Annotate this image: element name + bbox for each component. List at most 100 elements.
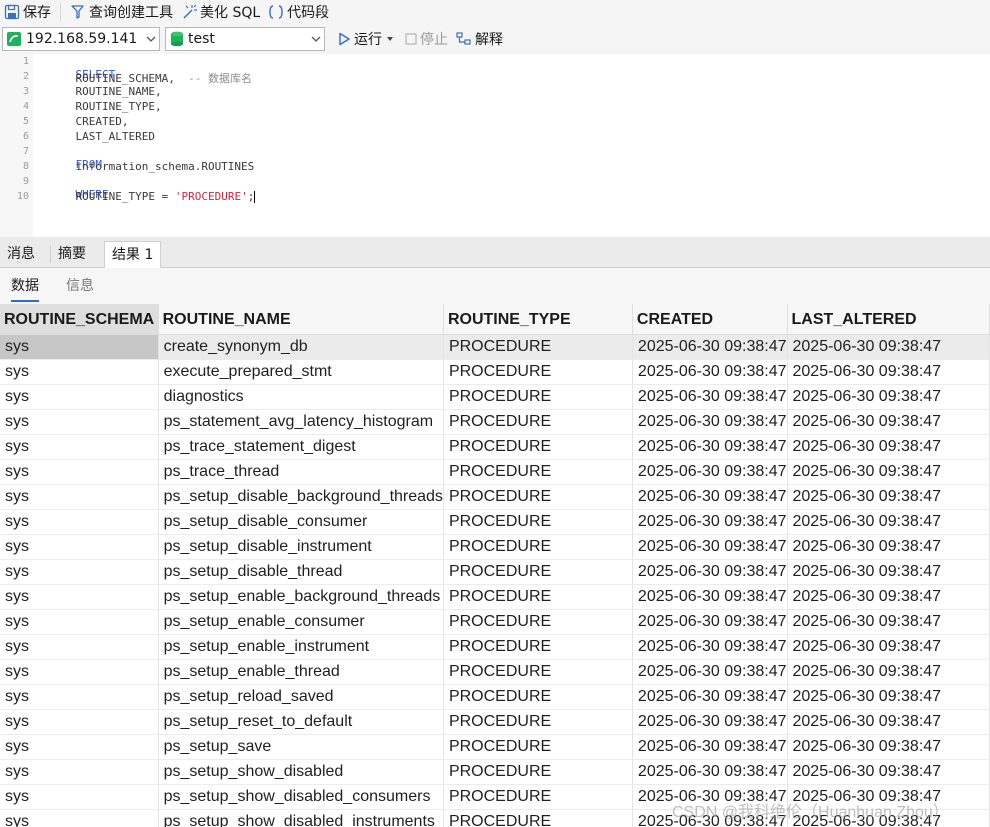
table-cell[interactable]: 2025-06-30 09:38:47 <box>787 609 990 635</box>
table-cell[interactable]: ps_setup_enable_background_threads <box>158 584 444 610</box>
table-cell[interactable]: 2025-06-30 09:38:47 <box>632 734 788 760</box>
table-cell[interactable]: 2025-06-30 09:38:47 <box>787 634 990 660</box>
table-row[interactable]: sys ps_setup_disable_consumer PROCEDURE 202… <box>0 509 990 535</box>
table-cell[interactable]: ps_setup_save <box>158 734 444 760</box>
table-cell[interactable]: PROCEDURE <box>443 359 633 385</box>
table-cell[interactable]: 2025-06-30 09:38:47 <box>787 659 990 685</box>
table-cell[interactable]: ps_trace_thread <box>158 459 444 485</box>
table-row[interactable]: sys ps_setup_reset_to_default PROCEDURE 202… <box>0 709 990 735</box>
table-cell[interactable]: ps_setup_show_disabled <box>158 759 444 785</box>
table-cell[interactable]: sys <box>0 434 159 460</box>
stop-button[interactable]: 停止 <box>401 29 452 49</box>
table-cell[interactable]: 2025-06-30 09:38:47 <box>787 509 990 535</box>
table-cell[interactable]: 2025-06-30 09:38:47 <box>632 684 788 710</box>
table-row[interactable]: sys ps_setup_disable_background_threads PR… <box>0 484 990 510</box>
table-cell[interactable]: 2025-06-30 09:38:47 <box>632 709 788 735</box>
column-header[interactable]: CREATED <box>632 304 788 335</box>
table-cell[interactable]: 2025-06-30 09:38:47 <box>632 584 788 610</box>
table-cell[interactable]: 2025-06-30 09:38:47 <box>787 559 990 585</box>
table-cell[interactable]: sys <box>0 384 159 410</box>
table-cell[interactable]: 2025-06-30 09:38:47 <box>632 509 788 535</box>
table-cell[interactable]: 2025-06-30 09:38:47 <box>787 434 990 460</box>
table-cell[interactable]: PROCEDURE <box>443 709 633 735</box>
chevron-down-icon[interactable] <box>143 34 159 44</box>
table-row[interactable]: sys ps_setup_enable_background_threads PRO… <box>0 584 990 610</box>
table-row[interactable]: sys ps_setup_enable_instrument PROCEDURE 20… <box>0 634 990 660</box>
table-cell[interactable]: sys <box>0 734 159 760</box>
table-row[interactable]: sys ps_setup_disable_thread PROCEDURE 2025-… <box>0 559 990 585</box>
table-cell[interactable]: 2025-06-30 09:38:47 <box>632 459 788 485</box>
run-options-dropdown[interactable] <box>386 35 401 43</box>
table-cell[interactable]: sys <box>0 659 159 685</box>
table-cell[interactable]: sys <box>0 334 159 360</box>
table-cell[interactable]: ps_setup_enable_instrument <box>158 634 444 660</box>
table-cell[interactable]: sys <box>0 409 159 435</box>
table-cell[interactable]: 2025-06-30 09:38:47 <box>787 584 990 610</box>
table-cell[interactable]: sys <box>0 584 159 610</box>
column-header[interactable]: LAST_ALTERED <box>787 304 990 335</box>
table-cell[interactable]: ps_setup_reset_to_default <box>158 709 444 735</box>
tab-summary[interactable]: 摘要 <box>51 241 93 268</box>
table-cell[interactable]: sys <box>0 759 159 785</box>
table-cell[interactable]: 2025-06-30 09:38:47 <box>787 534 990 560</box>
table-cell[interactable]: PROCEDURE <box>443 684 633 710</box>
table-cell[interactable]: 2025-06-30 09:38:47 <box>632 634 788 660</box>
table-cell[interactable]: PROCEDURE <box>443 809 633 827</box>
table-cell[interactable]: sys <box>0 784 159 810</box>
table-cell[interactable]: PROCEDURE <box>443 759 633 785</box>
table-cell[interactable]: PROCEDURE <box>443 634 633 660</box>
table-cell[interactable]: 2025-06-30 09:38:47 <box>632 659 788 685</box>
table-cell[interactable]: 2025-06-30 09:38:47 <box>787 734 990 760</box>
table-cell[interactable]: diagnostics <box>158 384 444 410</box>
table-row[interactable]: sys ps_setup_save PROCEDURE 2025-06-30 09:3… <box>0 734 990 760</box>
table-cell[interactable]: PROCEDURE <box>443 509 633 535</box>
table-cell[interactable]: 2025-06-30 09:38:47 <box>787 334 990 360</box>
table-row[interactable]: sys create_synonym_db PROCEDURE 2025-06-30 … <box>0 334 990 360</box>
beautify-sql-button[interactable]: 美化 SQL <box>177 0 264 24</box>
table-cell[interactable]: sys <box>0 534 159 560</box>
table-row[interactable]: sys ps_statement_avg_latency_histogram PRO… <box>0 409 990 435</box>
table-cell[interactable]: 2025-06-30 09:38:47 <box>632 484 788 510</box>
table-row[interactable]: sys ps_setup_show_disabled PROCEDURE 2025-0… <box>0 759 990 785</box>
table-cell[interactable]: 2025-06-30 09:38:47 <box>787 459 990 485</box>
table-row[interactable]: sys ps_trace_thread PROCEDURE 2025-06-30 09… <box>0 459 990 485</box>
save-button[interactable]: 保存 <box>0 0 55 24</box>
table-cell[interactable]: sys <box>0 459 159 485</box>
table-cell[interactable]: sys <box>0 709 159 735</box>
table-cell[interactable]: ps_statement_avg_latency_histogram <box>158 409 444 435</box>
table-cell[interactable]: create_synonym_db <box>158 334 444 360</box>
table-cell[interactable]: ps_setup_disable_thread <box>158 559 444 585</box>
result-grid[interactable]: ROUTINE_SCHEMA ROUTINE_NAME ROUTINE_TYPE… <box>0 304 990 827</box>
code-snippet-button[interactable]: 代码段 <box>264 0 333 24</box>
table-cell[interactable]: 2025-06-30 09:38:47 <box>632 759 788 785</box>
table-cell[interactable]: ps_setup_reload_saved <box>158 684 444 710</box>
table-cell[interactable]: 2025-06-30 09:38:47 <box>787 709 990 735</box>
table-cell[interactable]: 2025-06-30 09:38:47 <box>787 384 990 410</box>
table-cell[interactable]: ps_setup_disable_consumer <box>158 509 444 535</box>
table-cell[interactable]: PROCEDURE <box>443 584 633 610</box>
table-cell[interactable]: ps_trace_statement_digest <box>158 434 444 460</box>
table-cell[interactable]: ps_setup_disable_instrument <box>158 534 444 560</box>
table-cell[interactable]: 2025-06-30 09:38:47 <box>632 559 788 585</box>
table-row[interactable]: sys ps_setup_enable_consumer PROCEDURE 2025… <box>0 609 990 635</box>
table-cell[interactable]: PROCEDURE <box>443 784 633 810</box>
chevron-down-icon[interactable] <box>308 34 324 44</box>
table-cell[interactable]: 2025-06-30 09:38:47 <box>787 409 990 435</box>
explain-button[interactable]: 解释 <box>452 29 507 49</box>
table-row[interactable]: sys ps_setup_reload_saved PROCEDURE 2025-06… <box>0 684 990 710</box>
table-row[interactable]: sys ps_trace_statement_digest PROCEDURE 202… <box>0 434 990 460</box>
table-row[interactable]: sys diagnostics PROCEDURE 2025-06-30 09:38:… <box>0 384 990 410</box>
table-cell[interactable]: 2025-06-30 09:38:47 <box>787 359 990 385</box>
table-cell[interactable]: PROCEDURE <box>443 334 633 360</box>
table-cell[interactable]: PROCEDURE <box>443 559 633 585</box>
table-cell[interactable]: sys <box>0 634 159 660</box>
table-cell[interactable]: PROCEDURE <box>443 609 633 635</box>
table-cell[interactable]: ps_setup_show_disabled_instruments <box>158 809 444 827</box>
table-cell[interactable]: PROCEDURE <box>443 734 633 760</box>
run-button[interactable]: 运行 <box>333 29 386 49</box>
table-cell[interactable]: sys <box>0 684 159 710</box>
query-builder-button[interactable]: 查询创建工具 <box>66 0 177 24</box>
table-cell[interactable]: 2025-06-30 09:38:47 <box>632 609 788 635</box>
table-cell[interactable]: PROCEDURE <box>443 434 633 460</box>
tab-result-1[interactable]: 结果 1 <box>104 241 162 268</box>
